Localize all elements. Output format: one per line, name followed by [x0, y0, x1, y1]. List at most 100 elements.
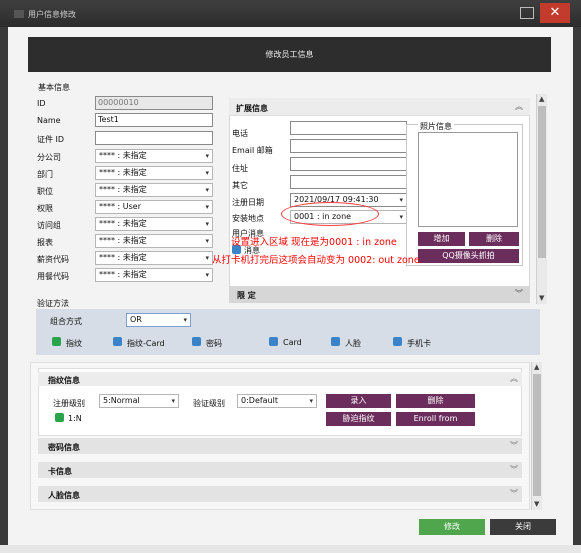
- sim-card-checkbox[interactable]: [393, 337, 402, 346]
- chevron-down-icon: ▾: [205, 169, 209, 177]
- chevron-down-icon: ▾: [205, 254, 209, 262]
- chevron-down-icon: ▾: [205, 237, 209, 245]
- combo-select[interactable]: OR ▾: [126, 313, 191, 327]
- access-group-value: **** : 未指定: [99, 219, 147, 228]
- duress-fingerprint-button[interactable]: 胁迫指纹: [326, 412, 391, 426]
- fingerprint-item-label: 1:N: [68, 414, 82, 423]
- email-field[interactable]: [290, 139, 407, 153]
- department-select[interactable]: **** : 未指定 ▾: [95, 166, 213, 180]
- webcam-capture-button[interactable]: QQ摄像头抓拍: [418, 249, 519, 263]
- card-info-title: 卡信息: [48, 467, 72, 476]
- fingerprint-option-label: 指纹: [66, 339, 82, 348]
- scroll-down-icon[interactable]: ▼: [539, 294, 544, 302]
- close-button[interactable]: 关闭: [490, 519, 556, 535]
- page-title: 修改员工信息: [28, 37, 551, 72]
- chevron-down-icon: ▾: [183, 316, 187, 324]
- close-window-button[interactable]: ✕: [540, 3, 570, 23]
- window-border-left: [0, 27, 8, 553]
- department-value: **** : 未指定: [99, 168, 147, 177]
- combo-label: 组合方式: [50, 317, 82, 326]
- branch-select[interactable]: **** : 未指定 ▾: [95, 149, 213, 163]
- chevron-down-icon: ▾: [205, 186, 209, 194]
- other-field[interactable]: [290, 175, 407, 189]
- password-info-header[interactable]: 密码信息 ︾: [38, 438, 522, 454]
- maximize-button[interactable]: [520, 7, 534, 19]
- permission-value: **** : User: [99, 202, 142, 211]
- permission-select[interactable]: **** : User ▾: [95, 200, 213, 214]
- meal-code-select[interactable]: **** : 未指定 ▾: [95, 268, 213, 282]
- report-select[interactable]: **** : 未指定 ▾: [95, 234, 213, 248]
- expand-icon[interactable]: ︾: [515, 288, 523, 299]
- extended-info-header[interactable]: 扩展信息 ︽: [229, 98, 530, 116]
- combo-value: OR: [130, 315, 142, 324]
- annotation-line-2: 从打卡机打完后这项会自动变为 0002: out zone.: [212, 255, 423, 266]
- fingerprint-item-checkbox[interactable]: [55, 413, 64, 422]
- card-option-label: Card: [283, 338, 302, 347]
- enroll-button[interactable]: 录入: [326, 394, 391, 408]
- position-select[interactable]: **** : 未指定 ▾: [95, 183, 213, 197]
- verify-level-label: 验证级别: [193, 399, 225, 408]
- lower-scrollbar[interactable]: ▲ ▼: [531, 362, 542, 510]
- meal-code-label: 用餐代码: [37, 272, 69, 281]
- salary-code-value: **** : 未指定: [99, 253, 147, 262]
- expand-icon[interactable]: ︾: [510, 440, 518, 451]
- taskbar-strip: [0, 545, 581, 553]
- scroll-up-icon[interactable]: ▲: [539, 95, 544, 103]
- collapse-icon[interactable]: ︽: [515, 101, 523, 112]
- reg-level-value: 5:Normal: [103, 396, 140, 405]
- fingerprint-card-checkbox[interactable]: [113, 337, 122, 346]
- other-label: 其它: [232, 181, 248, 190]
- verify-level-select[interactable]: 0:Default ▾: [237, 394, 317, 408]
- face-info-title: 人脸信息: [48, 491, 80, 500]
- password-option-label: 密码: [206, 339, 222, 348]
- phone-field[interactable]: [290, 121, 407, 135]
- calendar-dropdown-icon: ▾: [399, 196, 403, 204]
- card-checkbox[interactable]: [269, 337, 278, 346]
- enroll-from-terminal-button[interactable]: Enroll from terminal: [396, 412, 475, 437]
- chevron-down-icon: ▾: [205, 203, 209, 211]
- address-field[interactable]: [290, 157, 407, 171]
- annotation-line-1: 设置进入区域 现在是为0001 : in zone: [231, 237, 397, 248]
- collapse-icon[interactable]: ︽: [510, 373, 518, 384]
- access-group-select[interactable]: **** : 未指定 ▾: [95, 217, 213, 231]
- main-scrollbar[interactable]: ▲ ▼: [536, 94, 547, 304]
- expand-icon[interactable]: ︾: [510, 464, 518, 475]
- limit-header[interactable]: 限 定 ︾: [229, 286, 530, 303]
- cert-id-field[interactable]: [95, 131, 213, 145]
- fingerprint-header[interactable]: 指纹信息 ︽: [38, 372, 522, 386]
- fingerprint-card-option-label: 指纹-Card: [127, 339, 165, 348]
- position-label: 职位: [37, 187, 53, 196]
- photo-add-button[interactable]: 增加: [418, 232, 465, 246]
- card-info-header[interactable]: 卡信息 ︾: [38, 462, 522, 478]
- fingerprint-checkbox[interactable]: [52, 337, 61, 346]
- annotation-ellipse: [281, 202, 379, 226]
- limit-title: 限 定: [237, 291, 256, 300]
- reg-level-select[interactable]: 5:Normal ▾: [99, 394, 179, 408]
- name-field[interactable]: Test1: [95, 113, 213, 127]
- salary-code-select[interactable]: **** : 未指定 ▾: [95, 251, 213, 265]
- password-info-title: 密码信息: [48, 443, 80, 452]
- reg-date-label: 注册日期: [232, 198, 264, 207]
- password-checkbox[interactable]: [192, 337, 201, 346]
- face-info-header[interactable]: 人脸信息 ︾: [38, 486, 522, 502]
- face-checkbox[interactable]: [331, 337, 340, 346]
- chevron-down-icon: ▾: [205, 271, 209, 279]
- window-border-right: [573, 27, 581, 553]
- chevron-down-icon: ▾: [205, 220, 209, 228]
- title-bar: [0, 0, 581, 27]
- install-location-label: 安装地点: [232, 214, 264, 223]
- window-icon: [14, 10, 24, 18]
- meal-code-value: **** : 未指定: [99, 270, 147, 279]
- scroll-thumb[interactable]: [538, 106, 546, 258]
- sim-card-option-label: 手机卡: [407, 339, 431, 348]
- scroll-thumb[interactable]: [533, 374, 541, 496]
- photo-delete-button[interactable]: 删除: [469, 232, 519, 246]
- verify-level-value: 0:Default: [241, 396, 279, 405]
- department-label: 部门: [37, 170, 53, 179]
- fingerprint-delete-button[interactable]: 删除: [396, 394, 475, 408]
- window-title: 用户信息修改: [28, 10, 76, 19]
- scroll-up-icon[interactable]: ▲: [534, 363, 539, 371]
- scroll-down-icon[interactable]: ▼: [534, 500, 539, 508]
- modify-button[interactable]: 修改: [419, 519, 485, 535]
- expand-icon[interactable]: ︾: [510, 488, 518, 499]
